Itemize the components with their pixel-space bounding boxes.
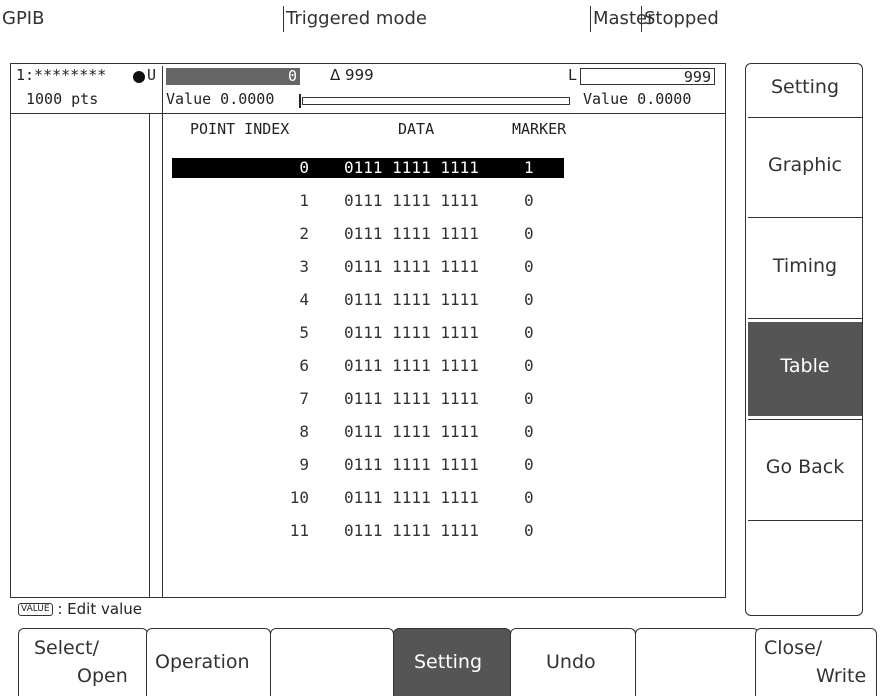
u-cursor-field[interactable]: 0 [166,67,300,85]
value-key-icon: VALUE [18,603,53,616]
divider [641,6,642,32]
col-data: DATA [398,120,435,138]
col-point-index: POINT INDEX [190,120,290,138]
trigger-mode-label: Triggered mode [286,8,427,29]
l-cursor-field[interactable]: 999 [580,68,715,86]
position-slider[interactable] [302,97,570,105]
table-row[interactable]: 3 0111 1111 1111 0 [172,257,564,277]
table-row[interactable]: 8 0111 1111 1111 0 [172,422,564,442]
column-divider [149,113,150,598]
side-button-timing[interactable]: Timing [748,255,862,277]
value-right: Value 0.0000 [583,90,692,108]
divider [748,217,862,218]
select-open-label-line1: Select/ [34,637,100,659]
slider-marker [299,94,301,108]
undo-label: Undo [546,651,596,673]
close-write-label-line1: Close/ [764,637,823,659]
status-hint: VALUE : Edit value [18,600,142,618]
divider [748,520,862,521]
side-button-setting[interactable]: Setting [748,76,862,98]
select-open-button[interactable]: Select/ Open [18,628,148,696]
delta-value: Δ 999 [330,66,374,84]
divider [283,6,284,32]
table-row[interactable]: 4 0111 1111 1111 0 [172,290,564,310]
empty-soft-key[interactable] [635,628,759,696]
table-row[interactable]: 6 0111 1111 1111 0 [172,356,564,376]
points-count: 1000 pts [26,90,99,108]
table-row[interactable]: 7 0111 1111 1111 0 [172,389,564,409]
interface-label: GPIB [2,8,45,29]
empty-soft-key[interactable] [270,628,394,696]
close-write-label-line2: Write [816,665,867,687]
close-write-button[interactable]: Close/ Write [755,628,877,696]
l-cursor-value: 999 [683,68,711,86]
divider [590,6,591,32]
run-state-label: Stopped [644,8,719,29]
col-marker: MARKER [512,120,567,138]
column-divider [162,66,163,598]
side-button-graphic[interactable]: Graphic [748,154,862,176]
channel-indicator-icon [133,71,145,83]
header-divider [10,113,726,114]
setting-button[interactable]: Setting [393,628,511,696]
table-row-selected[interactable]: 0 0111 1111 1111 1 [172,158,564,178]
select-open-label-line2: Open [77,665,128,687]
table-row[interactable]: 11 0111 1111 1111 0 [172,521,564,541]
operation-label: Operation [155,651,250,673]
top-status-bar: GPIB Triggered mode Master Stopped [0,0,893,40]
operation-button[interactable]: Operation [146,628,271,696]
divider [748,318,862,319]
u-cursor-label: U [147,66,157,84]
u-cursor-value: 0 [287,67,297,85]
undo-button[interactable]: Undo [510,628,636,696]
side-button-table[interactable]: Table [748,355,862,377]
table-row[interactable]: 5 0111 1111 1111 0 [172,323,564,343]
setting-label: Setting [414,651,483,673]
table-row[interactable]: 9 0111 1111 1111 0 [172,455,564,475]
table-row[interactable]: 2 0111 1111 1111 0 [172,224,564,244]
table-row[interactable]: 1 0111 1111 1111 0 [172,191,564,211]
side-button-go-back[interactable]: Go Back [748,456,862,478]
status-text: : Edit value [57,600,142,618]
divider [748,419,862,420]
table-row[interactable]: 10 0111 1111 1111 0 [172,488,564,508]
divider [748,117,862,118]
channel-label: 1:******** [16,66,107,84]
value-left: Value 0.0000 [166,90,275,108]
l-cursor-label: L [568,66,578,84]
